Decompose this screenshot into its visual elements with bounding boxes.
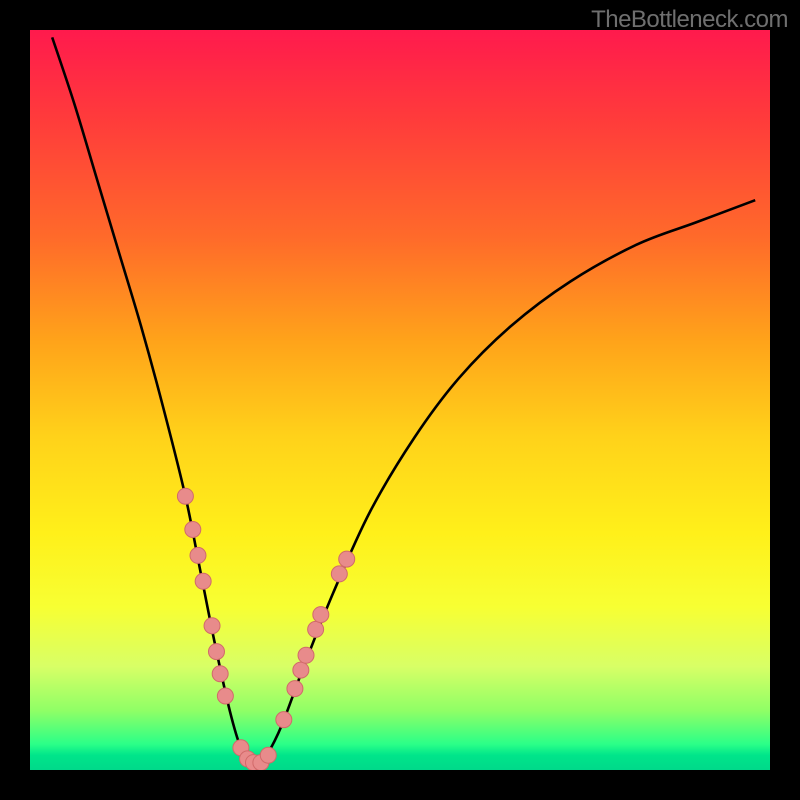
data-marker [195, 573, 211, 589]
data-marker [190, 547, 206, 563]
data-marker [217, 688, 233, 704]
bottleneck-chart [30, 30, 770, 770]
data-marker [339, 551, 355, 567]
plot-area [30, 30, 770, 770]
chart-frame: TheBottleneck.com [0, 0, 800, 800]
watermark-text: TheBottleneck.com [591, 6, 788, 34]
data-marker [260, 747, 276, 763]
data-marker [287, 681, 303, 697]
data-marker [208, 644, 224, 660]
data-marker [185, 522, 201, 538]
data-marker [177, 488, 193, 504]
data-marker [331, 566, 347, 582]
data-marker [313, 607, 329, 623]
data-marker [293, 662, 309, 678]
data-marker [276, 712, 292, 728]
data-marker [212, 666, 228, 682]
marker-group [177, 488, 354, 770]
data-marker [298, 647, 314, 663]
bottleneck-curve [52, 37, 755, 764]
data-marker [204, 618, 220, 634]
data-marker [308, 621, 324, 637]
